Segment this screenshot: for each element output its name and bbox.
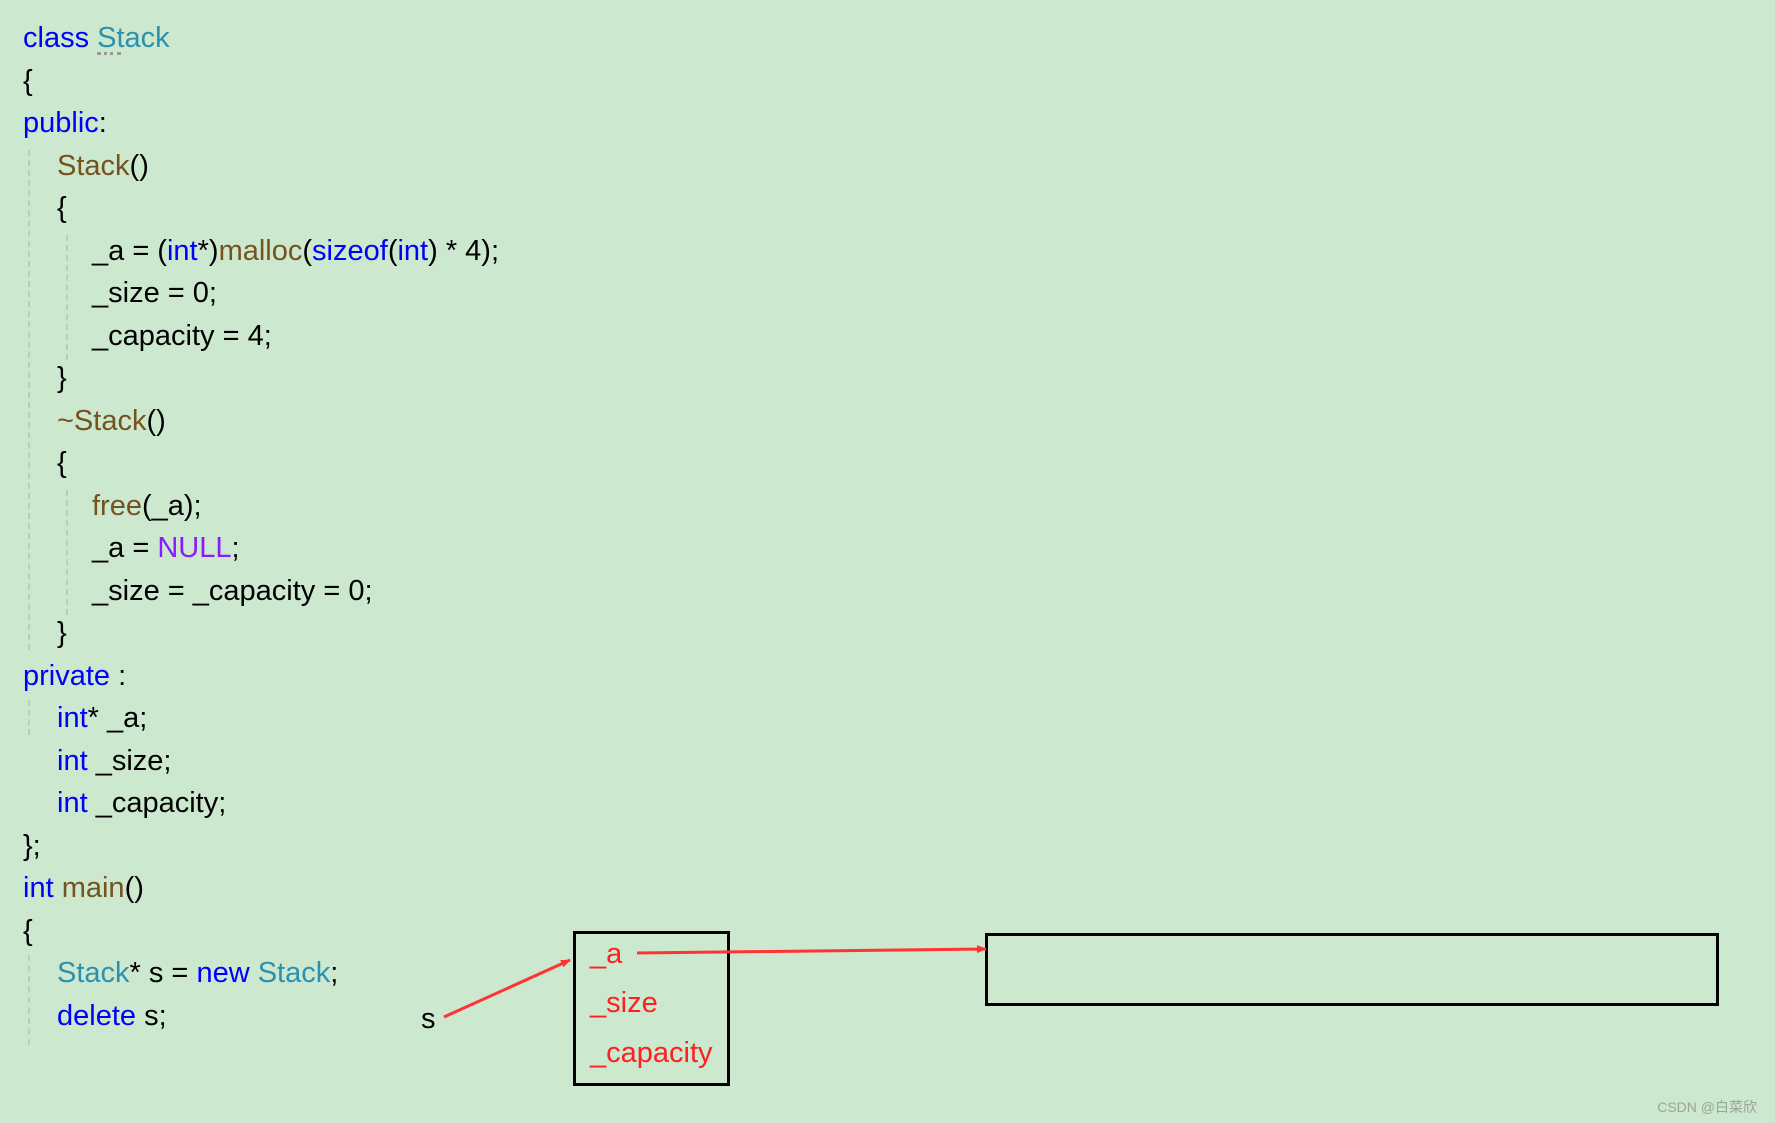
arrows-layer	[443, 945, 987, 1019]
watermark: CSDN @白菜欣	[1657, 1099, 1757, 1115]
pointer-arrow	[443, 958, 571, 1019]
a-to-heap-arrow	[636, 945, 987, 955]
